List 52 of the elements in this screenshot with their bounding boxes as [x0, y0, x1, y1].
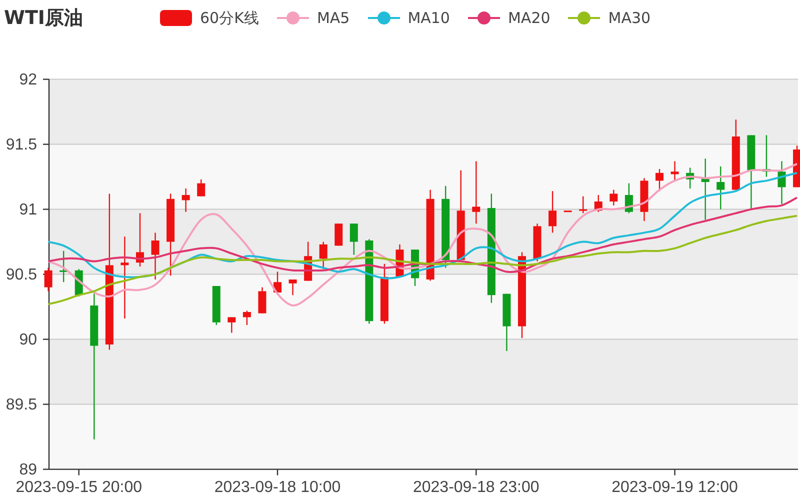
candlestick — [624, 183, 633, 214]
candlestick — [304, 242, 312, 281]
legend-item[interactable]: 60分K线 — [160, 8, 259, 28]
candlestick — [258, 287, 266, 314]
candlestick — [197, 179, 206, 196]
candlestick — [350, 224, 358, 255]
candlestick — [60, 250, 68, 282]
candlestick — [716, 166, 725, 210]
x-axis-label: 2023-09-15 20:00 — [16, 479, 142, 496]
candlestick — [242, 310, 251, 325]
legend-item[interactable]: MA5 — [276, 8, 350, 28]
legend-item[interactable]: MA30 — [568, 8, 651, 28]
candlestick — [502, 294, 511, 351]
candlestick — [579, 196, 588, 214]
candlestick — [411, 250, 420, 286]
legend-item[interactable]: MA10 — [368, 8, 450, 28]
candlestick — [686, 168, 694, 188]
candlestick — [640, 178, 648, 221]
candlestick — [670, 161, 679, 181]
x-axis-label: 2023-09-18 10:00 — [214, 479, 341, 496]
chart-title: WTI原油 — [3, 6, 84, 31]
y-axis-label: 89 — [19, 461, 37, 478]
candlestick — [656, 169, 664, 192]
candlestick — [472, 161, 480, 224]
candlestick — [274, 272, 282, 292]
y-axis-label: 91 — [19, 201, 37, 218]
candlestick — [610, 190, 618, 206]
candlestick — [151, 232, 160, 280]
x-axis-label: 2023-09-18 23:00 — [412, 479, 540, 496]
candlestick — [701, 158, 710, 220]
candlestick — [44, 268, 52, 292]
candlestick — [732, 120, 740, 190]
y-axis-label: 90 — [19, 331, 37, 348]
legend-item[interactable]: MA20 — [468, 8, 550, 28]
x-axis-label: 2023-09-19 12:00 — [612, 479, 738, 496]
y-axis-label: 90.5 — [6, 266, 37, 284]
candlestick — [380, 264, 388, 324]
candlestick — [136, 213, 144, 266]
candlestick — [778, 161, 786, 204]
candlestick — [793, 146, 800, 188]
candlestick — [228, 317, 236, 333]
candlestick — [564, 210, 572, 212]
candlestick — [182, 188, 190, 212]
y-axis-label: 91.5 — [6, 136, 37, 154]
y-axis-label: 92 — [19, 71, 37, 88]
y-axis-label: 89.5 — [6, 396, 37, 414]
candlestick — [594, 195, 602, 212]
candlestick — [319, 242, 328, 270]
candlestick — [288, 280, 297, 296]
candlestick — [762, 135, 770, 177]
candlestick — [548, 191, 557, 233]
candlestick — [334, 224, 343, 246]
